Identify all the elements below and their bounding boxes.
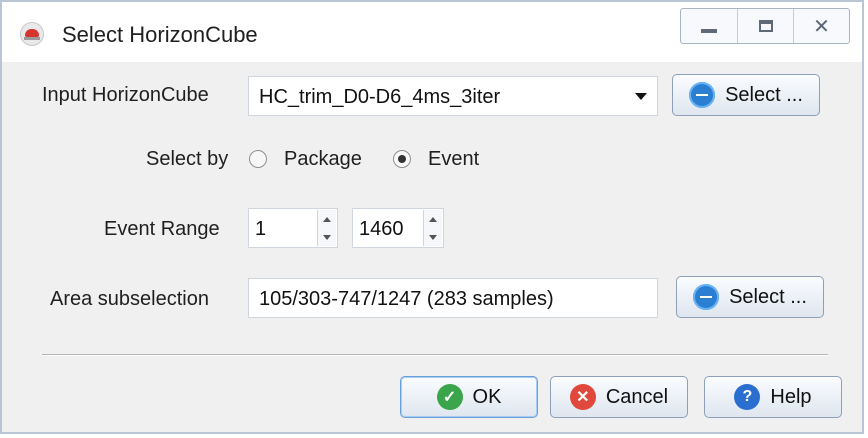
radio-package[interactable] <box>249 150 267 168</box>
event-range-label: Event Range <box>104 218 220 240</box>
area-subselection-field[interactable]: 105/303-747/1247 (283 samples) <box>248 278 658 318</box>
minimize-icon <box>701 29 717 33</box>
radio-event-label[interactable]: Event <box>428 148 479 171</box>
spin-down-icon[interactable] <box>429 234 437 240</box>
input-select-label: Select ... <box>725 83 803 106</box>
help-question-icon: ? <box>734 384 761 410</box>
title-bar: Select HorizonCube ✕ <box>2 2 862 62</box>
area-subselection-value: 105/303-747/1247 (283 samples) <box>259 288 554 310</box>
list-icon <box>693 284 720 310</box>
area-select-label: Select ... <box>729 285 807 308</box>
dialog-content: Input HorizonCube HC_trim_D0-D6_4ms_3ite… <box>2 62 862 432</box>
select-by-label: Select by <box>146 148 229 170</box>
window-title: Select HorizonCube <box>62 22 258 47</box>
spin-up-icon[interactable] <box>429 216 437 222</box>
help-label: Help <box>770 385 812 408</box>
minimize-button[interactable] <box>681 9 737 43</box>
spin-up-icon[interactable] <box>323 216 331 222</box>
ok-label: OK <box>472 385 502 408</box>
cancel-button[interactable]: ✕ Cancel <box>550 376 688 418</box>
spinner-arrows[interactable] <box>423 210 442 246</box>
cancel-label: Cancel <box>605 385 669 408</box>
input-select-button[interactable]: Select ... <box>672 74 820 116</box>
event-range-end-spinner[interactable]: 1460 <box>352 208 444 248</box>
cancel-x-icon: ✕ <box>569 384 596 410</box>
event-range-start-value[interactable]: 1 <box>255 218 266 241</box>
radio-event[interactable] <box>393 150 411 168</box>
maximize-icon <box>758 20 773 32</box>
app-icon <box>20 22 44 46</box>
ok-button[interactable]: ✓ OK <box>400 376 538 418</box>
checkmark-icon: ✓ <box>436 384 463 410</box>
close-button[interactable]: ✕ <box>793 9 849 43</box>
input-horizoncube-value: HC_trim_D0-D6_4ms_3iter <box>259 86 501 108</box>
area-subselection-label: Area subselection <box>50 288 209 310</box>
input-horizoncube-combobox[interactable]: HC_trim_D0-D6_4ms_3iter <box>248 76 658 116</box>
divider <box>42 354 828 355</box>
spinner-arrows[interactable] <box>317 210 336 246</box>
radio-package-label[interactable]: Package <box>284 148 362 171</box>
select-horizoncube-dialog: Select HorizonCube ✕ Input HorizonCube H… <box>0 0 864 434</box>
event-range-end-value[interactable]: 1460 <box>359 218 404 241</box>
area-select-button[interactable]: Select ... <box>676 276 824 318</box>
window-controls: ✕ <box>680 8 850 44</box>
spin-down-icon[interactable] <box>323 234 331 240</box>
input-horizoncube-label: Input HorizonCube <box>42 84 209 106</box>
maximize-button[interactable] <box>737 9 793 43</box>
dropdown-arrow-icon[interactable] <box>635 93 647 100</box>
list-icon <box>689 82 716 108</box>
event-range-start-spinner[interactable]: 1 <box>248 208 338 248</box>
close-icon: ✕ <box>813 15 830 38</box>
help-button[interactable]: ? Help <box>704 376 842 418</box>
